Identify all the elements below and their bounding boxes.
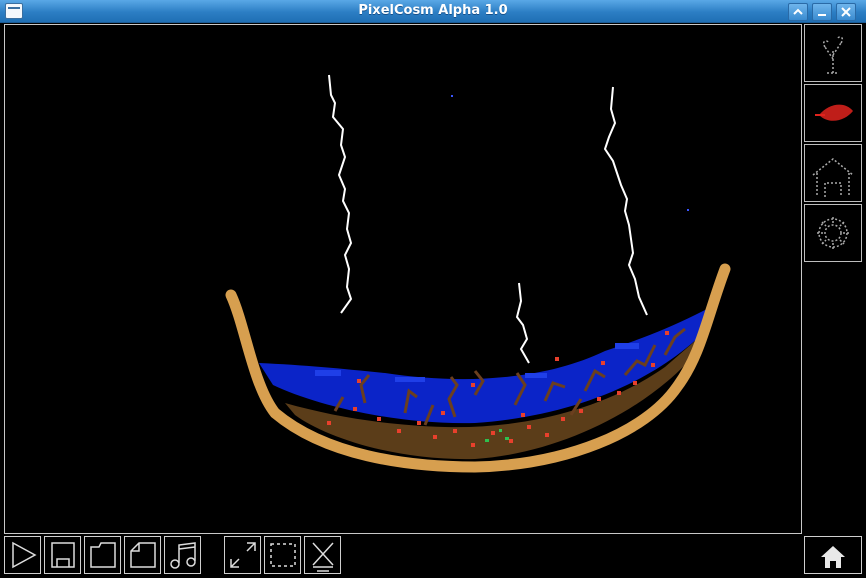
music-icon — [170, 542, 196, 569]
plant-icon — [822, 36, 844, 74]
expand-icon — [230, 542, 256, 568]
title-bar: PixelCosm Alpha 1.0 — [0, 0, 866, 23]
lightning-bolts — [328, 74, 648, 364]
music-button[interactable] — [164, 536, 201, 574]
settings-tool-button[interactable] — [804, 204, 862, 262]
play-button[interactable] — [4, 536, 41, 574]
plant-tool-button[interactable] — [804, 24, 862, 82]
simulation-scene — [225, 74, 731, 473]
open-button[interactable] — [84, 536, 121, 574]
structure-tool-button[interactable] — [804, 144, 862, 202]
open-folder-icon — [90, 542, 116, 568]
select-button[interactable] — [264, 536, 301, 574]
simulation-canvas[interactable] — [4, 24, 802, 534]
close-button[interactable] — [836, 3, 856, 21]
save-button[interactable] — [44, 536, 81, 574]
house-icon — [812, 158, 854, 197]
minimize-button[interactable] — [812, 3, 832, 21]
minimize-icon — [818, 14, 826, 16]
stray-particle — [687, 209, 689, 211]
save-icon — [51, 542, 75, 568]
leaf-tool-button[interactable] — [804, 84, 862, 142]
select-icon — [270, 543, 296, 567]
stray-particle — [451, 95, 453, 97]
side-tool-panel — [804, 24, 862, 534]
gear-icon — [817, 217, 849, 249]
clear-button[interactable] — [304, 536, 341, 574]
clear-icon — [312, 542, 334, 572]
shade-button[interactable] — [788, 3, 808, 21]
play-icon — [12, 541, 37, 569]
chevron-up-icon — [793, 8, 803, 15]
home-icon — [821, 546, 845, 568]
new-file-icon — [130, 542, 156, 568]
close-icon — [841, 7, 851, 17]
home-button[interactable] — [804, 536, 862, 574]
leaf-icon — [815, 104, 853, 121]
new-button[interactable] — [124, 536, 161, 574]
fullscreen-button[interactable] — [224, 536, 261, 574]
window-title: PixelCosm Alpha 1.0 — [358, 3, 508, 18]
